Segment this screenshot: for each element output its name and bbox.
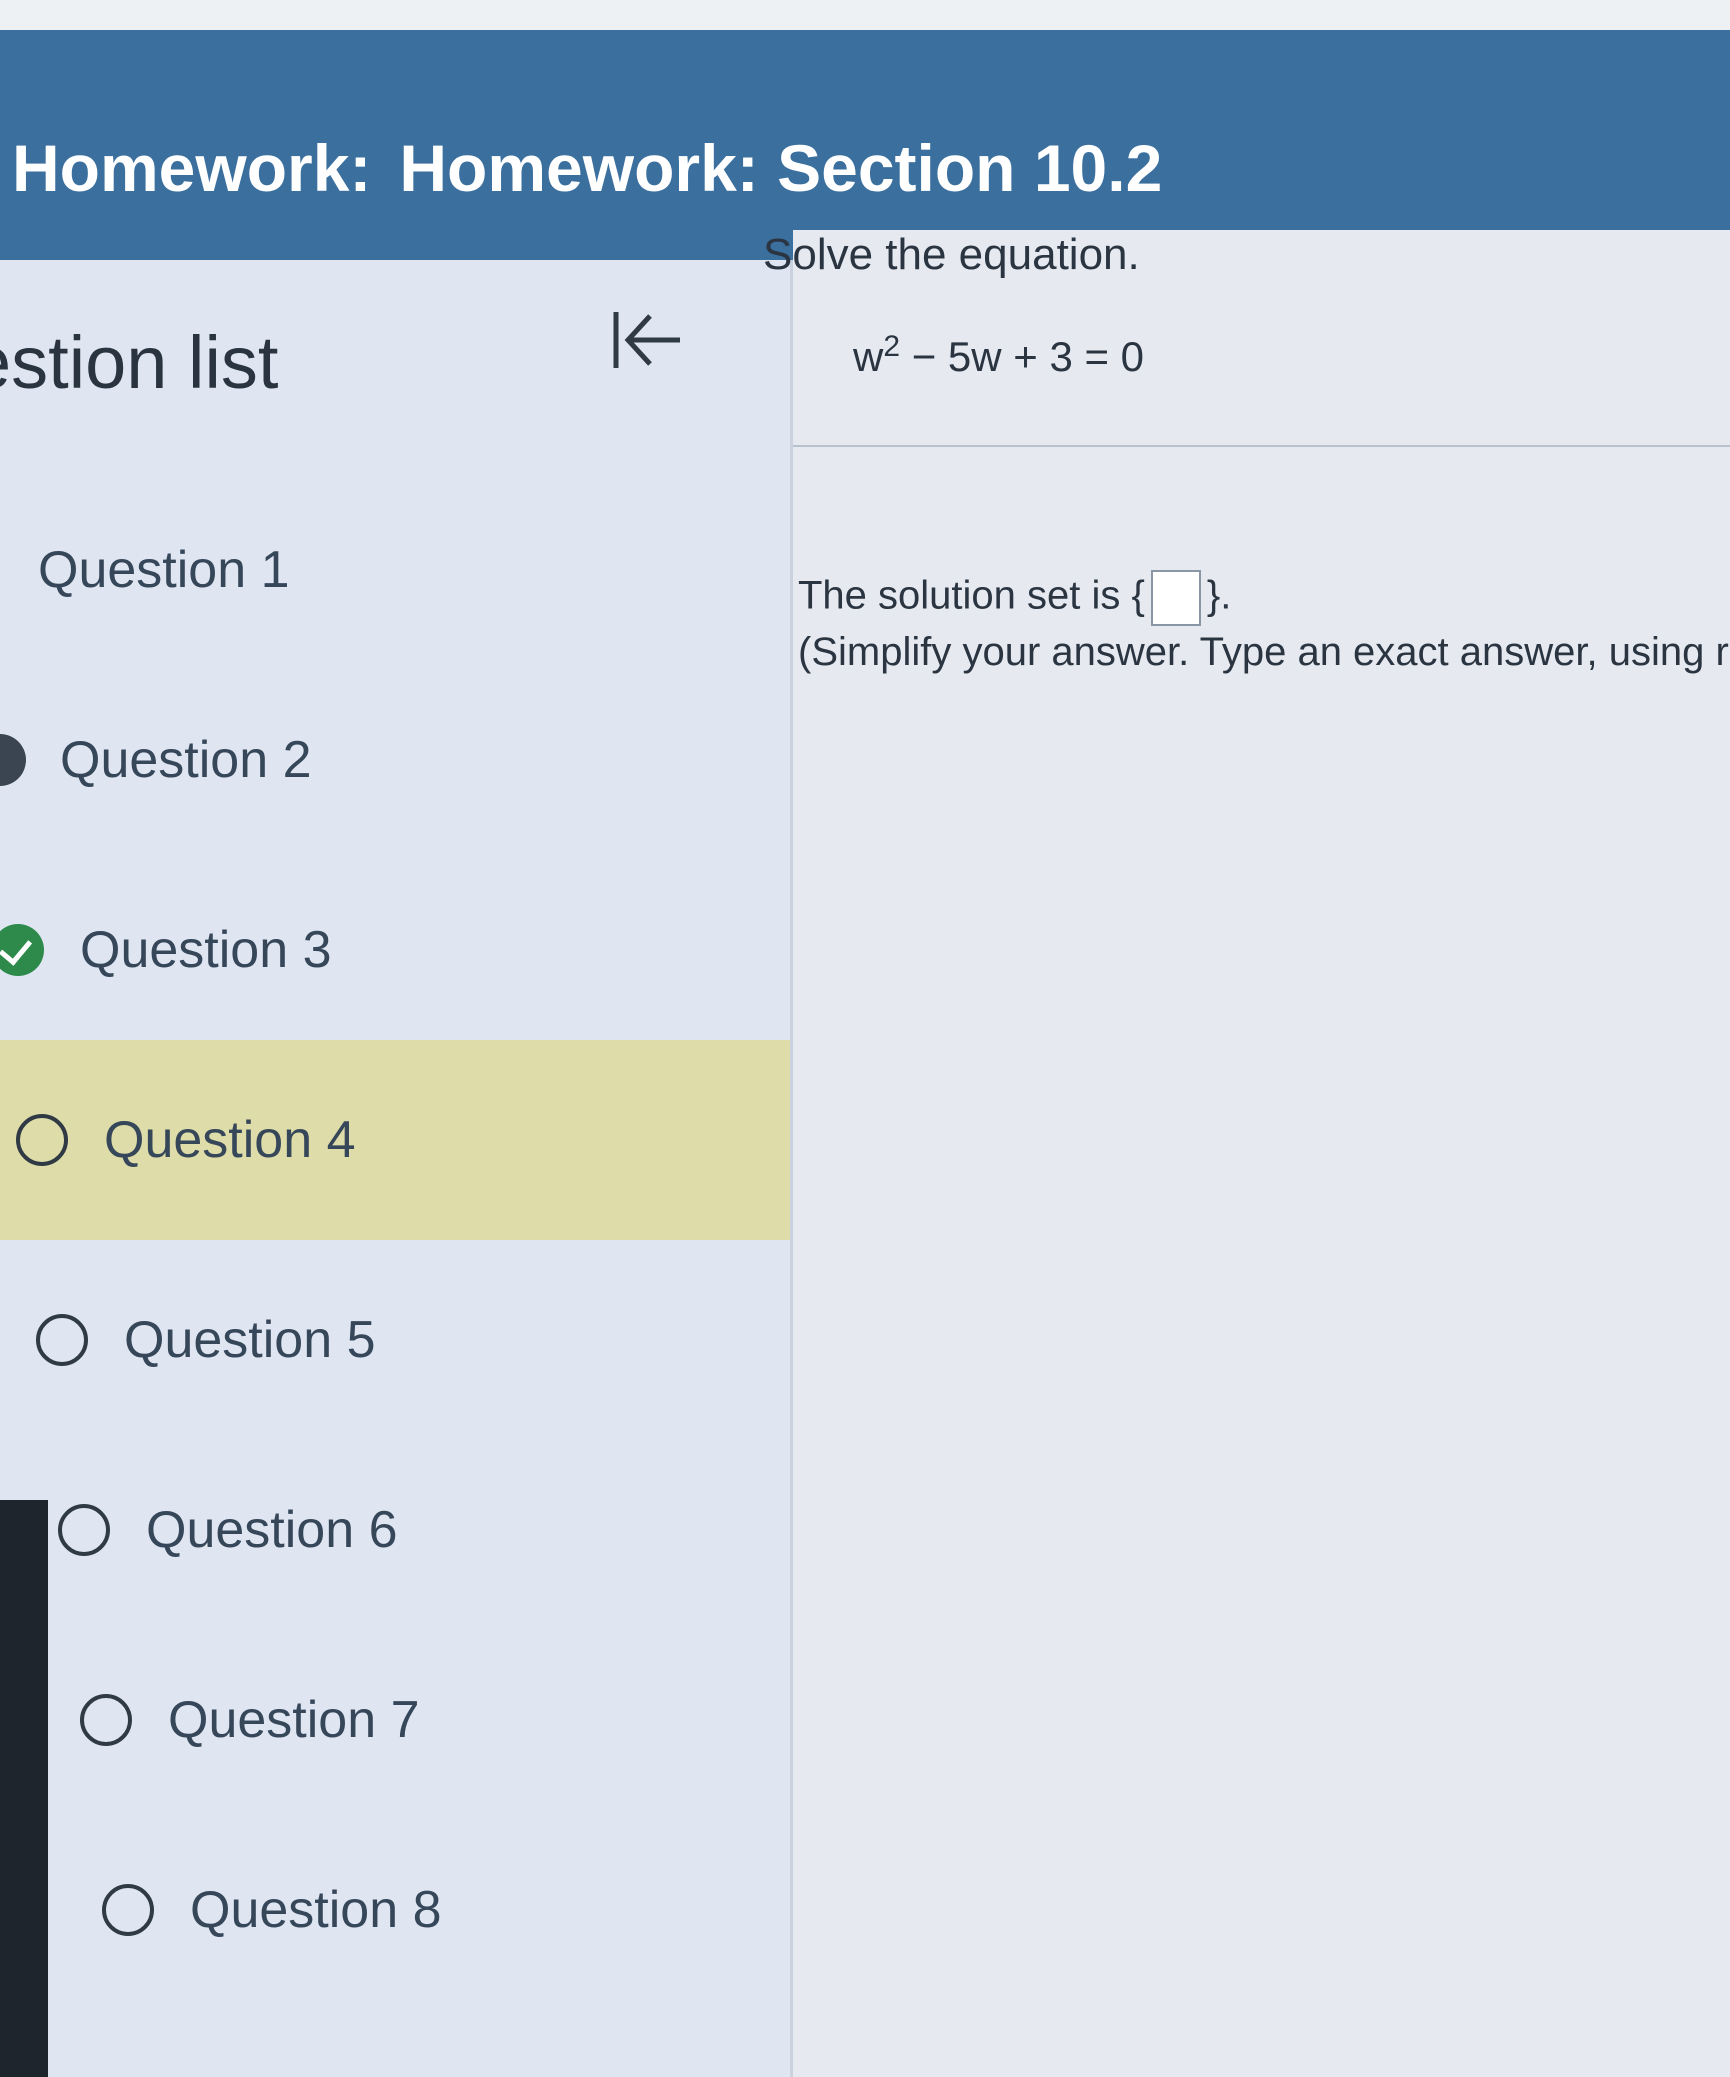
problem-equation: w2 − 5w + 3 = 0: [853, 330, 1144, 381]
problem-prompt: Solve the equation.: [763, 230, 1140, 279]
solution-line: The solution set is {}.: [798, 570, 1231, 626]
equation-exponent: 2: [883, 330, 901, 363]
answer-input[interactable]: [1150, 570, 1201, 626]
question-item-3[interactable]: Question 3: [0, 870, 790, 1030]
question-item-1[interactable]: Question 1: [0, 490, 790, 650]
empty-status-icon: [36, 1314, 88, 1366]
answer-instructions: (Simplify your answer. Type an exact ans…: [798, 630, 1730, 674]
solution-period: .: [1220, 573, 1232, 618]
left-edge-shadow: [0, 1500, 48, 2077]
divider: [793, 445, 1730, 447]
empty-status-icon: [16, 1114, 68, 1166]
partial-status-icon: [0, 734, 26, 786]
brace-close: }: [1206, 573, 1221, 618]
collapse-left-icon: [613, 312, 680, 368]
question-label: Question 2: [60, 731, 312, 789]
question-label: Question 4: [104, 1111, 356, 1169]
solution-prefix: The solution set is: [798, 573, 1132, 618]
question-list-panel: estion list Question 1 Question 2 Questi…: [0, 260, 793, 2077]
question-item-4[interactable]: Question 4: [0, 1040, 790, 1240]
problem-panel: Solve the equation. w2 − 5w + 3 = 0 The …: [763, 230, 1730, 2077]
question-label: Question 1: [38, 541, 290, 599]
page-title-prefix: Homework:: [12, 131, 372, 205]
collapse-sidebar-button[interactable]: [600, 300, 690, 380]
question-label: Question 8: [190, 1881, 442, 1939]
page-title-text: Homework: Section 10.2: [399, 131, 1163, 205]
brace-open: {: [1131, 573, 1145, 618]
question-item-8[interactable]: Question 8: [0, 1830, 790, 1990]
equation-base: w: [853, 333, 884, 380]
empty-status-icon: [80, 1694, 132, 1746]
empty-status-icon: [58, 1504, 110, 1556]
question-item-6[interactable]: Question 6: [0, 1450, 790, 1610]
check-status-icon: [0, 924, 44, 976]
question-label: Question 3: [80, 921, 332, 979]
header-bar: Homework: Homework: Section 10.2: [0, 30, 1730, 260]
page-title: Homework: Homework: Section 10.2: [12, 130, 1162, 206]
question-item-5[interactable]: Question 5: [0, 1260, 790, 1420]
question-label: Question 6: [146, 1501, 398, 1559]
empty-status-icon: [102, 1884, 154, 1936]
question-item-2[interactable]: Question 2: [0, 680, 790, 840]
equation-rest: − 5w + 3 = 0: [900, 333, 1145, 380]
question-item-7[interactable]: Question 7: [0, 1640, 790, 1800]
question-label: Question 5: [124, 1311, 376, 1369]
question-label: Question 7: [168, 1691, 420, 1749]
question-list-title: estion list: [0, 321, 279, 404]
